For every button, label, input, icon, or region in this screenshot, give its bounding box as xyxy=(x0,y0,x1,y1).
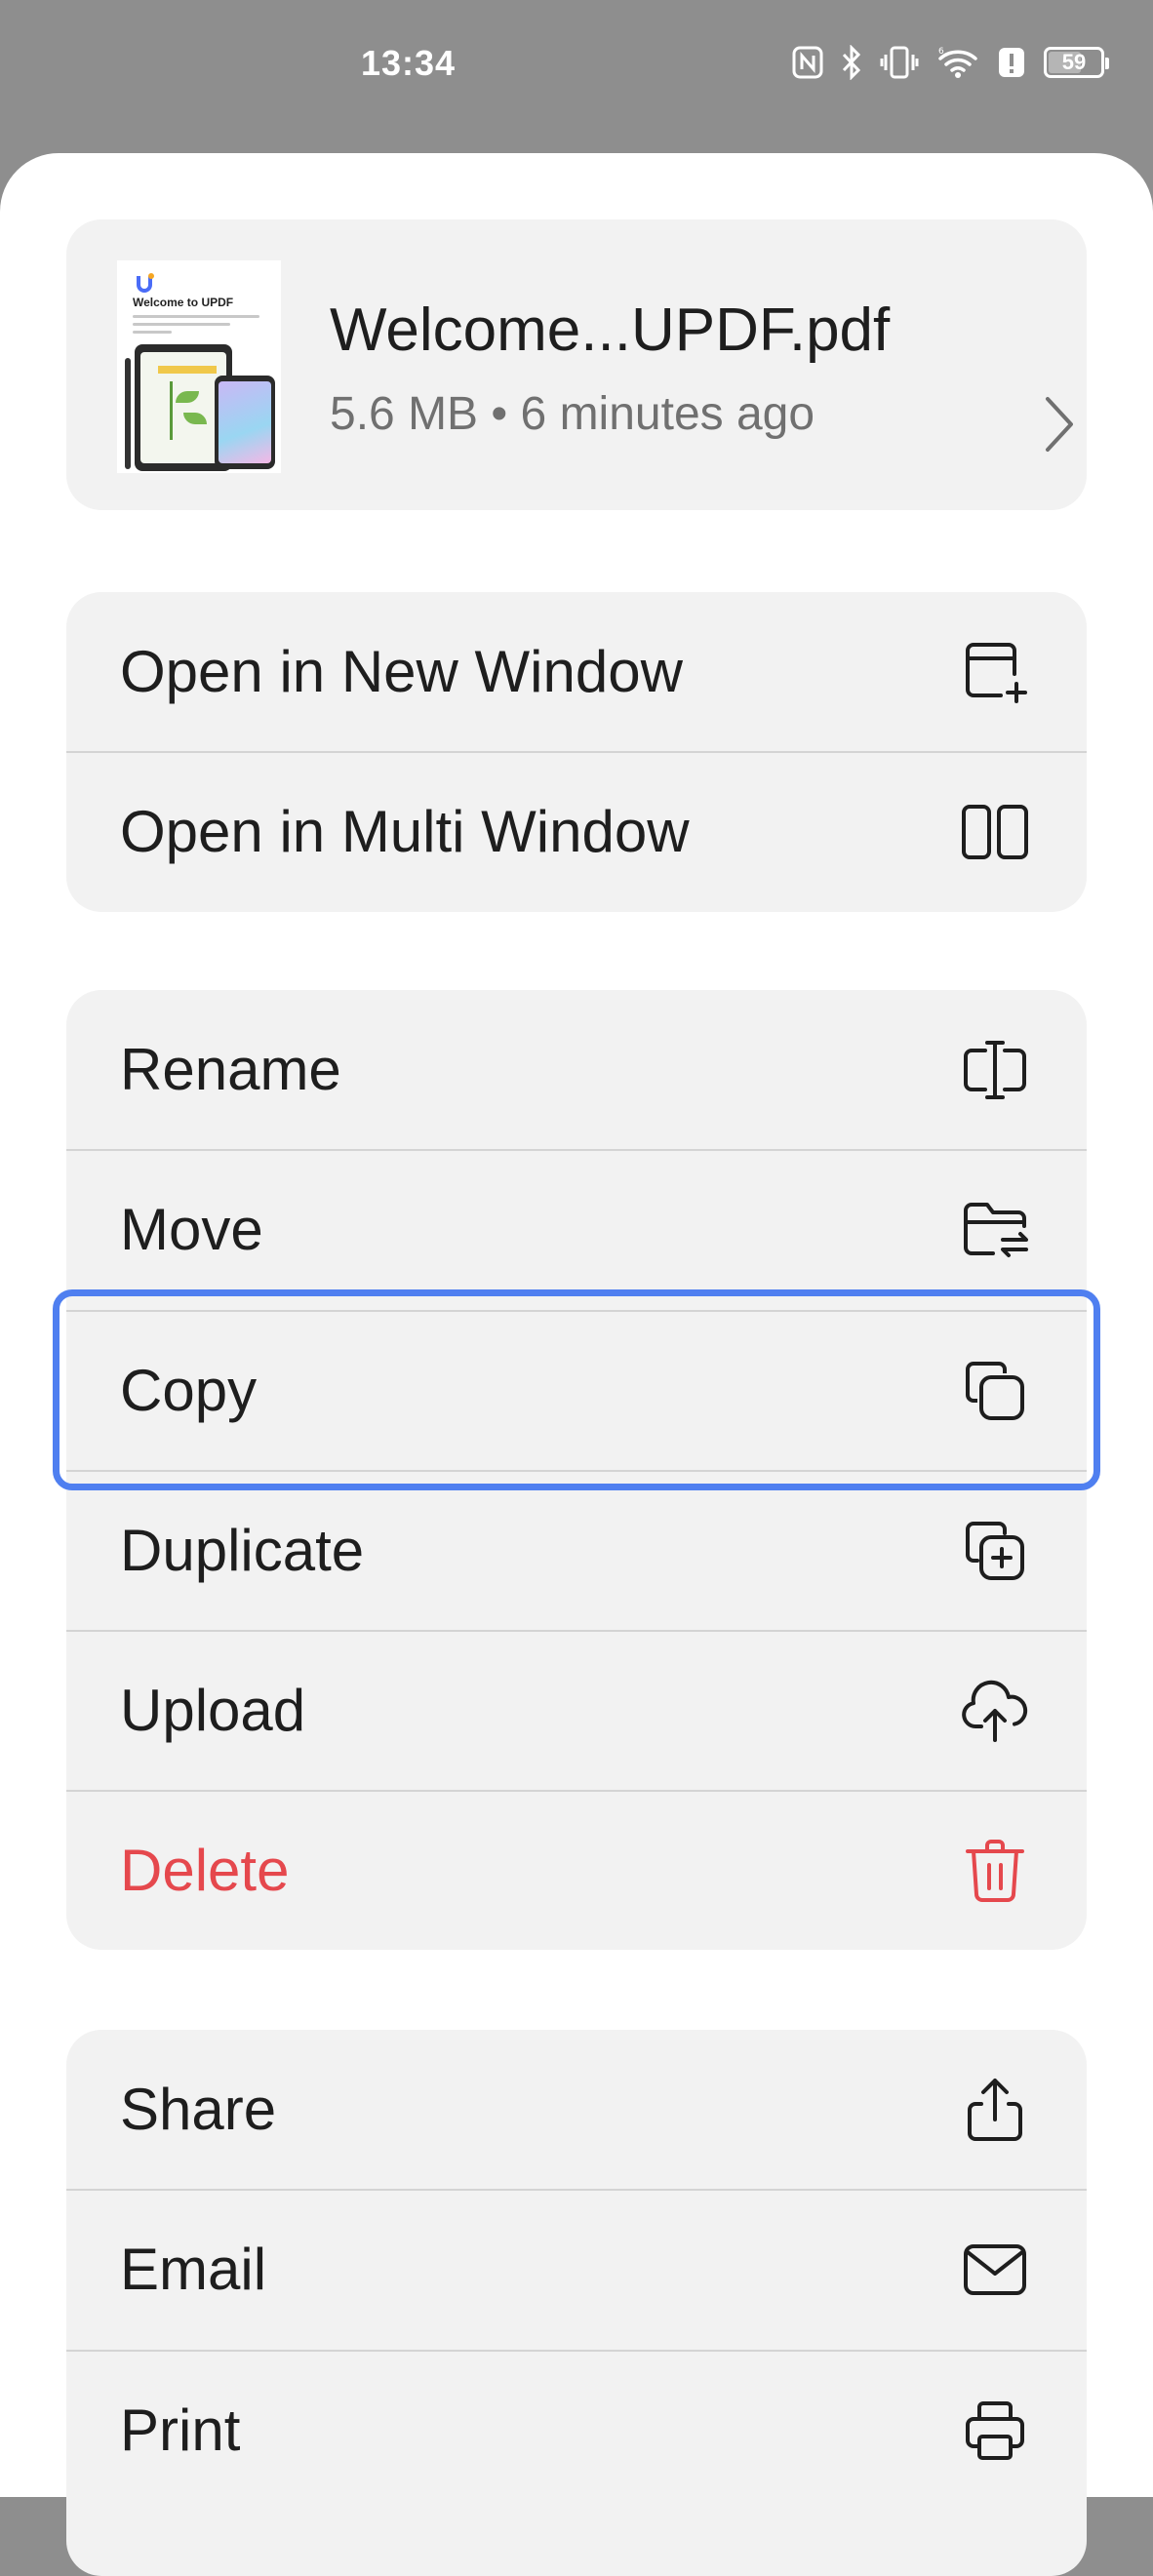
updf-logo-icon xyxy=(137,273,154,293)
copy-icon xyxy=(958,1354,1032,1428)
file-name: Welcome...UPDF.pdf xyxy=(330,297,891,364)
window-options-group: Open in New Window Open in Multi Window xyxy=(66,592,1087,912)
file-meta: 5.6 MB • 6 minutes ago xyxy=(330,388,815,440)
battery-icon: 59 xyxy=(1044,47,1109,78)
svg-text:6: 6 xyxy=(938,47,944,57)
printer-icon xyxy=(958,2394,1032,2468)
thumbnail-title: Welcome to UPDF xyxy=(133,296,234,309)
nfc-icon xyxy=(792,46,823,79)
menu-item-label: Open in New Window xyxy=(120,639,683,704)
menu-item-label: Delete xyxy=(120,1838,290,1903)
menu-item-print[interactable]: Print xyxy=(66,2351,1087,2511)
trash-icon xyxy=(958,1834,1032,1908)
menu-item-share[interactable]: Share xyxy=(66,2030,1087,2190)
menu-item-open-multi-window[interactable]: Open in Multi Window xyxy=(66,752,1087,912)
email-icon xyxy=(958,2233,1032,2307)
menu-item-label: Open in Multi Window xyxy=(120,799,690,864)
menu-item-label: Duplicate xyxy=(120,1518,365,1583)
duplicate-icon xyxy=(958,1514,1032,1588)
menu-item-duplicate[interactable]: Duplicate xyxy=(66,1471,1087,1631)
bluetooth-icon xyxy=(841,45,862,80)
menu-item-label: Copy xyxy=(120,1358,258,1423)
multi-window-icon xyxy=(958,795,1032,869)
wifi-icon: 6 xyxy=(936,45,979,80)
share-icon xyxy=(958,2073,1032,2147)
file-info-card[interactable]: Welcome to UPDF Welcome...UPDF.pdf 5.6 M… xyxy=(66,219,1087,510)
menu-item-label: Print xyxy=(120,2398,241,2463)
move-folder-icon xyxy=(958,1193,1032,1267)
status-bar: 13:34 6 59 xyxy=(0,0,1153,127)
menu-item-rename[interactable]: Rename xyxy=(66,990,1087,1150)
menu-item-label: Share xyxy=(120,2077,277,2142)
menu-item-copy[interactable]: Copy xyxy=(66,1311,1087,1471)
menu-item-upload[interactable]: Upload xyxy=(66,1631,1087,1791)
rename-icon xyxy=(958,1033,1032,1107)
new-window-icon xyxy=(958,635,1032,709)
chevron-right-icon[interactable] xyxy=(1040,393,1079,456)
file-thumbnail: Welcome to UPDF xyxy=(117,260,281,473)
status-time: 13:34 xyxy=(361,43,457,83)
share-options-group: Share Email Print xyxy=(66,2030,1087,2576)
menu-item-move[interactable]: Move xyxy=(66,1150,1087,1310)
alert-icon xyxy=(997,46,1026,79)
status-icons: 6 59 xyxy=(792,43,1109,82)
menu-item-email[interactable]: Email xyxy=(66,2190,1087,2350)
menu-item-open-new-window[interactable]: Open in New Window xyxy=(66,592,1087,752)
menu-item-label: Move xyxy=(120,1197,263,1262)
menu-item-label: Email xyxy=(120,2237,267,2302)
menu-item-label: Rename xyxy=(120,1037,341,1102)
vibrate-icon xyxy=(880,45,919,80)
cloud-upload-icon xyxy=(958,1674,1032,1748)
menu-item-label: Upload xyxy=(120,1678,306,1743)
file-actions-group: Rename Move Copy Duplicate Upload Delete xyxy=(66,990,1087,1950)
action-sheet: Welcome to UPDF Welcome...UPDF.pdf 5.6 M… xyxy=(0,153,1153,2576)
menu-item-delete[interactable]: Delete xyxy=(66,1791,1087,1951)
